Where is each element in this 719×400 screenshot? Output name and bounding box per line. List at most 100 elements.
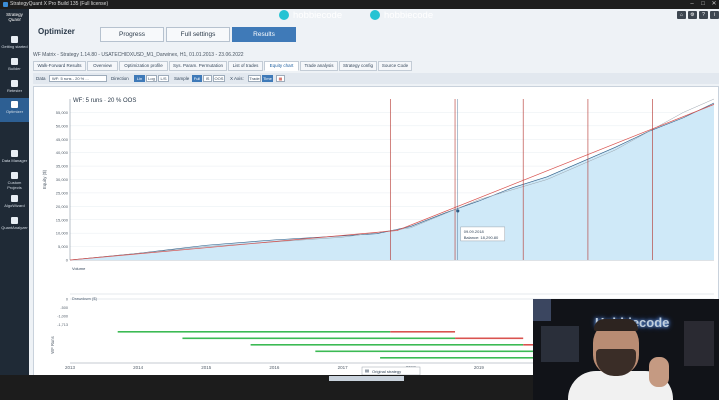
plus-icon: [11, 58, 18, 65]
nav-item-data-manager[interactable]: Data Manager: [0, 147, 29, 171]
direction-label: Direction: [111, 76, 129, 81]
shelf-right: [684, 321, 714, 366]
nav-item-builder[interactable]: Builder: [0, 55, 29, 79]
equity-area: [70, 103, 714, 261]
settings-button[interactable]: ⚙: [688, 11, 697, 19]
y-tick-label: 35,000: [56, 164, 69, 169]
help-button[interactable]: ?: [699, 11, 708, 19]
wf-matrix-title: WF Matrix - Strategy 1.14.80 - USATECHID…: [33, 52, 244, 58]
nav-item-getting-started[interactable]: Getting started: [0, 33, 29, 57]
y-tick-label: 20,000: [56, 204, 69, 209]
webcam-overlay: Hobbiecode: [533, 299, 719, 400]
x-tick-label: 2019: [474, 365, 485, 370]
chart-icon: [11, 101, 18, 108]
nav-item-algowizard[interactable]: AlgoWizard: [0, 192, 29, 216]
window-title: StrategyQuant X Pro Build 135 (Full lice…: [10, 1, 109, 7]
toolbox-icon: [11, 217, 18, 224]
minimize-icon[interactable]: –: [687, 0, 697, 9]
direction-lin-button[interactable]: Lin: [134, 75, 145, 82]
shelf: [541, 326, 579, 362]
info-button[interactable]: i: [710, 11, 719, 19]
tooltip-date: 09.09.2018: [464, 229, 485, 234]
sample-oos-button[interactable]: OOS: [213, 75, 225, 82]
wf-runs-label: WF Runs: [50, 336, 55, 353]
subtab-walk-forward-results[interactable]: Walk-Forward Results: [33, 61, 86, 71]
sample-full-button[interactable]: Full: [192, 75, 202, 82]
legend-label: Original strategy: [372, 369, 401, 374]
x-axis-trade-button[interactable]: Trade: [248, 75, 261, 82]
data-label: Data: [36, 76, 46, 81]
wf-run-oos-bar: [455, 337, 524, 340]
y-tick-label: 25,000: [56, 190, 69, 195]
filter-icon: [11, 80, 18, 87]
app-window: StrategyQuant X Pro Build 135 (Full lice…: [0, 0, 719, 400]
subtab-list-of-trades[interactable]: List of trades: [228, 61, 263, 71]
drawdown-tick-label: 0: [66, 298, 68, 302]
youtube-icon: [370, 10, 380, 20]
chart-options-icon[interactable]: ▦: [276, 75, 285, 82]
y-tick-label: 5,000: [58, 244, 69, 249]
wf-run-is-bar: [182, 337, 456, 340]
tab-progress[interactable]: Progress: [100, 27, 164, 42]
maximize-icon[interactable]: □: [698, 0, 708, 9]
x-tick-label: 2015: [201, 365, 212, 370]
tooltip-balance: Balance: 18,290.80: [464, 235, 499, 240]
subtab-optimization-profile[interactable]: Optimization profile: [119, 61, 168, 71]
sample-label: Sample: [174, 76, 190, 81]
y-tick-label: 40,000: [56, 150, 69, 155]
tab-results[interactable]: Results: [232, 27, 296, 42]
database-icon: [11, 150, 18, 157]
left-nav: Strategy Quant Getting started Builder R…: [0, 9, 29, 400]
home-icon: [11, 36, 18, 43]
volume-label: Volume: [72, 266, 86, 271]
title-bar: StrategyQuant X Pro Build 135 (Full lice…: [0, 0, 719, 9]
nav-item-optimizer[interactable]: Optimizer: [0, 98, 29, 122]
drawdown-tick-label: -500: [60, 306, 68, 310]
sample-is-button[interactable]: IS: [203, 75, 212, 82]
y-tick-label: 45,000: [56, 137, 69, 142]
y-axis-label: Equity ($): [42, 169, 47, 189]
wand-icon: [11, 195, 18, 202]
status-strip: [329, 376, 404, 381]
nav-item-custom-projects[interactable]: Custom Projects: [0, 169, 29, 193]
x-tick-label: 2014: [133, 365, 144, 370]
x-axis-label: X Axis:: [230, 76, 244, 81]
document-icon: [11, 172, 18, 179]
page-title: Optimizer: [38, 27, 75, 36]
x-tick-label: 2013: [65, 365, 76, 370]
app-icon: [3, 2, 8, 7]
drawdown-tick-label: -1,713: [57, 323, 68, 327]
person-hair: [594, 319, 638, 331]
data-select[interactable]: WF: 5 runs - 20 % ...: [49, 75, 107, 82]
home-button[interactable]: ⌂: [677, 11, 686, 19]
chart-toolbar: Data WF: 5 runs - 20 % ... Direction Lin…: [33, 73, 719, 84]
subtab-strategy-config[interactable]: Strategy config: [339, 61, 377, 71]
person-hand: [649, 357, 669, 387]
x-tick-label: 2016: [269, 365, 280, 370]
nav-item-quantanalyzer[interactable]: QuantAnalyzer: [0, 214, 29, 238]
subtab-overview[interactable]: Overview: [87, 61, 118, 71]
tab-full-settings[interactable]: Full settings: [166, 27, 230, 42]
wall-poster: [533, 299, 551, 321]
subtab-sys-param-permutation[interactable]: Sys. Param. Permutation: [169, 61, 227, 71]
close-icon[interactable]: ✕: [709, 0, 719, 9]
y-tick-label: 50,000: [56, 123, 69, 128]
drawdown-tick-label: -1,000: [57, 315, 68, 319]
wf-run-oos-bar: [390, 331, 456, 333]
y-tick-label: 0: [66, 258, 69, 263]
wf-run-is-bar: [250, 344, 524, 346]
y-tick-label: 10,000: [56, 231, 69, 236]
instagram-handle: hobbiecode: [279, 9, 342, 21]
subtab-equity-chart[interactable]: Equity chart: [264, 61, 299, 71]
chart-title: WF: 5 runs · 20 % OOS: [73, 98, 136, 104]
legend-swatch: [365, 369, 369, 373]
y-tick-label: 55,000: [56, 110, 69, 115]
y-tick-label: 30,000: [56, 177, 69, 182]
x-tick-label: 2017: [338, 365, 349, 370]
subtab-source-code[interactable]: Source Code: [378, 61, 412, 71]
x-axis-time-button[interactable]: Time: [262, 75, 273, 82]
instagram-icon: [279, 10, 289, 20]
direction-log-button[interactable]: Log: [146, 75, 157, 82]
direction-ls-button[interactable]: L/S: [158, 75, 169, 82]
subtab-trade-analysis[interactable]: Trade analysis: [300, 61, 338, 71]
